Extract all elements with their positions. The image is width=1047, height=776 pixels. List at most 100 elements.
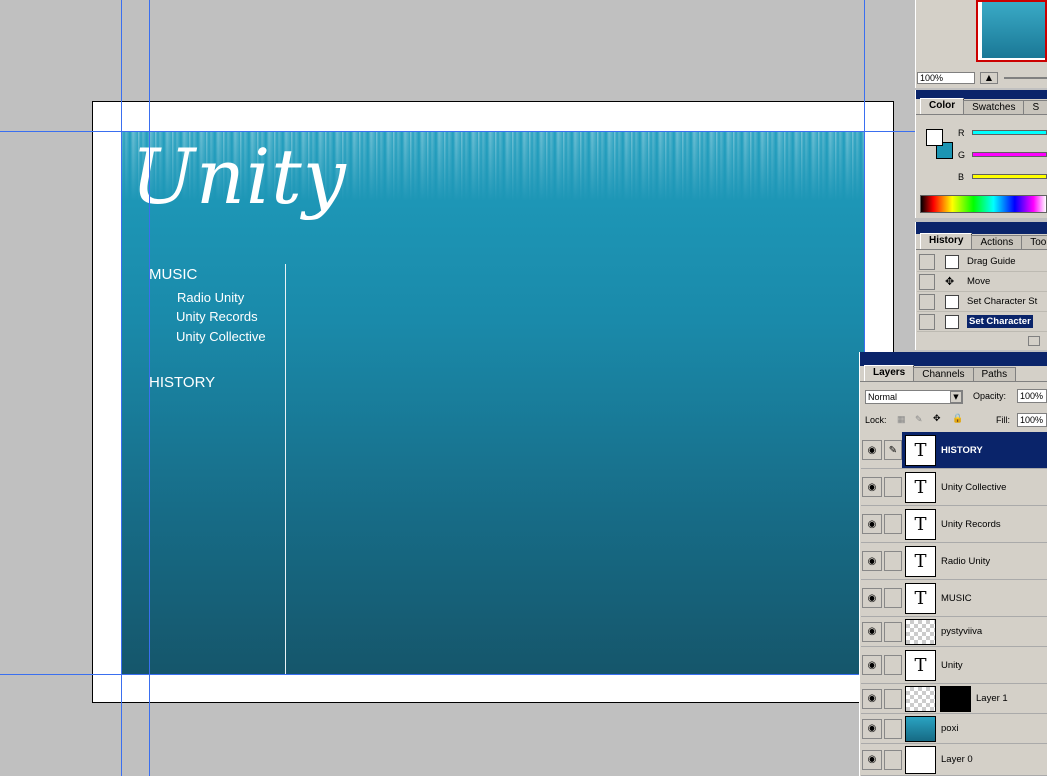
fill-field[interactable]: 100%: [1017, 413, 1047, 427]
link-toggle[interactable]: [884, 514, 902, 534]
eye-icon[interactable]: ◉: [862, 749, 882, 770]
layer-row-unity-collective[interactable]: ◉ T Unity Collective: [861, 469, 1047, 506]
eye-icon[interactable]: ◉: [862, 551, 882, 571]
zoom-slider[interactable]: [1004, 77, 1047, 79]
lock-image-icon[interactable]: ✎: [915, 414, 923, 425]
vertical-divider-line: [285, 264, 286, 674]
zoom-field[interactable]: 100%: [917, 72, 975, 84]
eye-icon[interactable]: ◉: [862, 514, 882, 534]
tab-color[interactable]: Color: [920, 98, 965, 114]
tab-swatches[interactable]: Swatches: [963, 100, 1025, 114]
nav-radio-unity: Radio Unity: [177, 290, 245, 305]
guide-vertical[interactable]: [121, 0, 122, 776]
lock-transparent-icon[interactable]: ▦: [897, 414, 906, 425]
opacity-field[interactable]: 100%: [1017, 389, 1047, 403]
color-spectrum-bar[interactable]: [920, 195, 1047, 213]
eye-icon[interactable]: ◉: [862, 718, 882, 739]
lock-position-icon[interactable]: ✥: [933, 413, 941, 424]
link-toggle[interactable]: [884, 749, 902, 770]
layer-row-unity-records[interactable]: ◉ T Unity Records: [861, 506, 1047, 543]
layer-name: Unity Records: [941, 518, 1001, 530]
history-item[interactable]: Drag Guide: [917, 252, 1047, 272]
nav-unity-collective: Unity Collective: [176, 329, 266, 344]
tab-paths[interactable]: Paths: [972, 367, 1017, 381]
layer-row-poxi[interactable]: ◉ poxi: [861, 714, 1047, 744]
eye-icon[interactable]: ◉: [862, 588, 882, 608]
link-toggle[interactable]: [884, 718, 902, 739]
navigator-thumbnail[interactable]: [976, 0, 1047, 62]
text-layer-thumbnail: T: [905, 508, 936, 540]
eye-icon[interactable]: ◉: [862, 655, 882, 675]
history-item[interactable]: ✥ Move: [917, 272, 1047, 292]
zoom-out-icon[interactable]: ▲: [980, 72, 998, 84]
history-snapshot-checkbox[interactable]: [919, 253, 935, 270]
layer-name: Radio Unity: [941, 555, 991, 567]
history-item-current[interactable]: Set Character: [917, 312, 1047, 332]
link-toggle[interactable]: [884, 621, 902, 642]
guide-horizontal[interactable]: [0, 674, 915, 675]
layer-name: Unity: [941, 659, 963, 671]
foreground-color-swatch[interactable]: [926, 129, 943, 146]
layer-row-pystyviiva[interactable]: ◉ pystyviiva: [861, 617, 1047, 647]
nav-unity-records: Unity Records: [176, 309, 258, 324]
chevron-down-icon[interactable]: ▼: [950, 391, 962, 403]
text-layer-thumbnail: T: [905, 649, 936, 681]
history-snapshot-checkbox[interactable]: [919, 273, 935, 290]
history-snapshot-checkbox[interactable]: [919, 293, 935, 310]
raster-layer-thumbnail: [905, 715, 936, 742]
link-toggle[interactable]: [884, 655, 902, 675]
tab-history[interactable]: History: [920, 233, 973, 249]
eye-icon[interactable]: ◉: [862, 688, 882, 709]
history-item-label: Set Character: [967, 315, 1033, 328]
layers-palette-titlebar[interactable]: [860, 352, 1047, 366]
link-toggle[interactable]: [884, 588, 902, 608]
link-toggle[interactable]: [884, 551, 902, 571]
tab-styles[interactable]: S: [1023, 100, 1047, 114]
blend-mode-select[interactable]: Normal: [865, 390, 963, 404]
delete-state-icon[interactable]: [1028, 336, 1040, 346]
channel-r-label: R: [958, 128, 965, 138]
tab-layers[interactable]: Layers: [864, 365, 915, 381]
logo-text: Unity: [131, 132, 347, 221]
eye-icon[interactable]: ◉: [862, 621, 882, 642]
artboard[interactable]: Unity MUSIC Radio Unity Unity Records Un…: [121, 131, 864, 674]
layer-row-radio-unity[interactable]: ◉ T Radio Unity: [861, 543, 1047, 580]
tab-channels[interactable]: Channels: [913, 367, 974, 381]
layer-name: Layer 0: [941, 754, 973, 765]
channel-b-label: B: [958, 172, 965, 182]
layer-name: Layer 1: [976, 693, 1008, 704]
layer-mask-thumbnail[interactable]: [940, 685, 971, 712]
tab-actions[interactable]: Actions: [971, 235, 1023, 249]
history-item[interactable]: Set Character St: [917, 292, 1047, 312]
guide-horizontal[interactable]: [0, 131, 915, 132]
layer-row-unity[interactable]: ◉ T Unity: [861, 647, 1047, 684]
channel-b-slider[interactable]: [972, 174, 1047, 179]
guide-vertical[interactable]: [149, 0, 150, 776]
layer-name: pystyviiva: [941, 626, 983, 637]
eye-icon[interactable]: ◉: [862, 440, 882, 460]
link-toggle[interactable]: [884, 477, 902, 497]
history-state-icon: [945, 294, 959, 309]
text-layer-thumbnail: T: [905, 582, 936, 614]
fill-label: Fill:: [996, 415, 1010, 425]
history-item-label: Drag Guide: [967, 256, 1016, 267]
layer-row-music[interactable]: ◉ T MUSIC: [861, 580, 1047, 617]
brush-icon[interactable]: ✎: [884, 440, 902, 460]
tab-tool-presets[interactable]: Tool: [1021, 235, 1047, 249]
layer-name: MUSIC: [941, 592, 972, 604]
raster-layer-thumbnail: [905, 745, 936, 774]
channel-g-slider[interactable]: [972, 152, 1047, 157]
layer-row-layer-0[interactable]: ◉ Layer 0: [861, 744, 1047, 776]
history-state-icon: [945, 254, 959, 269]
channel-g-label: G: [958, 150, 966, 160]
eye-icon[interactable]: ◉: [862, 477, 882, 497]
layer-row-layer-1[interactable]: ◉ Layer 1: [861, 684, 1047, 714]
raster-layer-thumbnail: [905, 618, 936, 645]
text-layer-thumbnail: T: [905, 545, 936, 577]
channel-r-slider[interactable]: [972, 130, 1047, 135]
link-toggle[interactable]: [884, 688, 902, 709]
lock-all-icon[interactable]: 🔒: [952, 413, 963, 424]
move-tool-icon: ✥: [945, 274, 955, 288]
history-snapshot-checkbox[interactable]: [919, 313, 935, 330]
layer-row-history[interactable]: ◉ ✎ T HISTORY: [861, 432, 1047, 469]
